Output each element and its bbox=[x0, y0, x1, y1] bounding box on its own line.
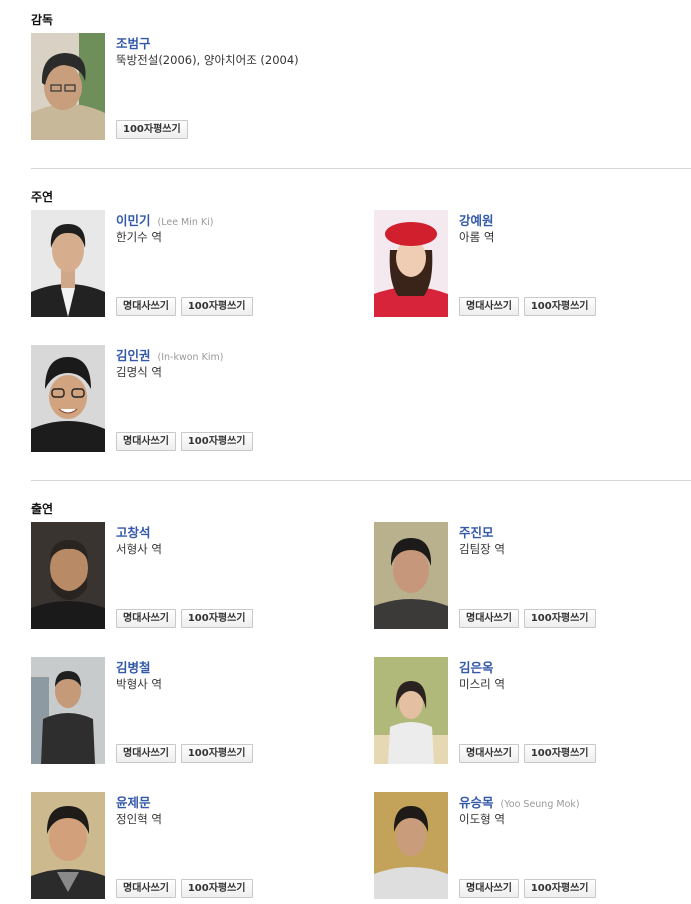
cast-card: 고창석 서형사 역 명대사쓰기 100자평쓰기 bbox=[31, 522, 331, 630]
cast-photo[interactable] bbox=[31, 210, 105, 317]
cast-card: 이민기 (Lee Min Ki) 한기수 역 명대사쓰기 100자평쓰기 bbox=[31, 210, 331, 318]
write-review-button[interactable]: 100자평쓰기 bbox=[180, 744, 253, 763]
write-review-button[interactable]: 100자평쓰기 bbox=[180, 432, 253, 451]
section-title-director: 감독 bbox=[31, 13, 54, 27]
cast-name[interactable]: 강예원 bbox=[459, 213, 494, 228]
write-review-button[interactable]: 100자평쓰기 bbox=[180, 879, 253, 898]
cast-name[interactable]: 윤제문 bbox=[116, 795, 151, 810]
write-review-button[interactable]: 100자평쓰기 bbox=[180, 609, 253, 628]
cast-card: 김은옥 미스리 역 명대사쓰기 100자평쓰기 bbox=[374, 657, 674, 765]
cast-photo[interactable] bbox=[31, 792, 105, 899]
cast-name[interactable]: 주진모 bbox=[459, 525, 494, 540]
cast-role: 정인혁 역 bbox=[116, 812, 162, 826]
write-famous-line-button[interactable]: 명대사쓰기 bbox=[116, 879, 176, 898]
cast-card: 강예원 아롬 역 명대사쓰기 100자평쓰기 bbox=[374, 210, 674, 318]
section-title-lead: 주연 bbox=[31, 190, 54, 204]
person-photo-icon bbox=[374, 210, 448, 317]
person-photo-icon bbox=[31, 210, 105, 317]
cast-card: 주진모 김팀장 역 명대사쓰기 100자평쓰기 bbox=[374, 522, 674, 630]
write-famous-line-button[interactable]: 명대사쓰기 bbox=[459, 879, 519, 898]
cast-name[interactable]: 김인권 bbox=[116, 348, 151, 363]
cast-photo[interactable] bbox=[374, 657, 448, 764]
cast-english-name: (Yoo Seung Mok) bbox=[500, 799, 580, 810]
cast-card: 윤제문 정인혁 역 명대사쓰기 100자평쓰기 bbox=[31, 792, 331, 900]
cast-role: 김팀장 역 bbox=[459, 542, 505, 556]
cast-photo[interactable] bbox=[374, 210, 448, 317]
cast-photo[interactable] bbox=[374, 792, 448, 899]
person-photo-icon bbox=[31, 522, 105, 629]
cast-english-name: (Lee Min Ki) bbox=[157, 217, 214, 228]
write-famous-line-button[interactable]: 명대사쓰기 bbox=[116, 432, 176, 451]
director-photo[interactable] bbox=[31, 33, 105, 140]
cast-role: 박형사 역 bbox=[116, 677, 162, 691]
director-works: 뚝방전설(2006), 양아치어조 (2004) bbox=[116, 53, 299, 67]
write-review-button[interactable]: 100자평쓰기 bbox=[523, 609, 596, 628]
person-photo-icon bbox=[374, 522, 448, 629]
write-famous-line-button[interactable]: 명대사쓰기 bbox=[459, 297, 519, 316]
write-review-button[interactable]: 100자평쓰기 bbox=[523, 879, 596, 898]
cast-role: 서형사 역 bbox=[116, 542, 162, 556]
cast-photo[interactable] bbox=[31, 657, 105, 764]
cast-photo[interactable] bbox=[31, 345, 105, 452]
cast-role: 아롬 역 bbox=[459, 230, 495, 244]
person-photo-icon bbox=[374, 657, 448, 764]
person-photo-icon bbox=[31, 792, 105, 899]
cast-english-name: (In-kwon Kim) bbox=[157, 352, 224, 363]
cast-card: 김인권 (In-kwon Kim) 김명식 역 명대사쓰기 100자평쓰기 bbox=[31, 345, 331, 453]
cast-card: 김병철 박형사 역 명대사쓰기 100자평쓰기 bbox=[31, 657, 331, 765]
write-review-button[interactable]: 100자평쓰기 bbox=[523, 297, 596, 316]
write-famous-line-button[interactable]: 명대사쓰기 bbox=[116, 744, 176, 763]
write-famous-line-button[interactable]: 명대사쓰기 bbox=[116, 297, 176, 316]
cast-photo[interactable] bbox=[31, 522, 105, 629]
write-famous-line-button[interactable]: 명대사쓰기 bbox=[116, 609, 176, 628]
cast-role: 한기수 역 bbox=[116, 230, 162, 244]
cast-name[interactable]: 이민기 bbox=[116, 213, 151, 228]
cast-name[interactable]: 김은옥 bbox=[459, 660, 494, 675]
cast-name[interactable]: 김병철 bbox=[116, 660, 151, 675]
cast-name[interactable]: 고창석 bbox=[116, 525, 151, 540]
section-title-supporting: 출연 bbox=[31, 502, 54, 516]
cast-role: 미스리 역 bbox=[459, 677, 505, 691]
person-photo-icon bbox=[31, 657, 105, 764]
person-photo-icon bbox=[374, 792, 448, 899]
cast-photo[interactable] bbox=[374, 522, 448, 629]
write-review-button[interactable]: 100자평쓰기 bbox=[116, 120, 188, 139]
cast-card: 유승목 (Yoo Seung Mok) 이도형 역 명대사쓰기 100자평쓰기 bbox=[374, 792, 674, 900]
cast-role: 김명식 역 bbox=[116, 365, 162, 379]
cast-role: 이도형 역 bbox=[459, 812, 505, 826]
write-review-button[interactable]: 100자평쓰기 bbox=[523, 744, 596, 763]
section-divider bbox=[31, 168, 691, 169]
person-photo-icon bbox=[31, 33, 105, 140]
director-name[interactable]: 조범구 bbox=[116, 36, 151, 51]
cast-name[interactable]: 유승목 bbox=[459, 795, 494, 810]
director-card: 조범구 뚝방전설(2006), 양아치어조 (2004) 100자평쓰기 bbox=[31, 33, 331, 141]
person-photo-icon bbox=[31, 345, 105, 452]
write-famous-line-button[interactable]: 명대사쓰기 bbox=[459, 609, 519, 628]
section-divider bbox=[31, 480, 691, 481]
write-review-button[interactable]: 100자평쓰기 bbox=[180, 297, 253, 316]
write-famous-line-button[interactable]: 명대사쓰기 bbox=[459, 744, 519, 763]
